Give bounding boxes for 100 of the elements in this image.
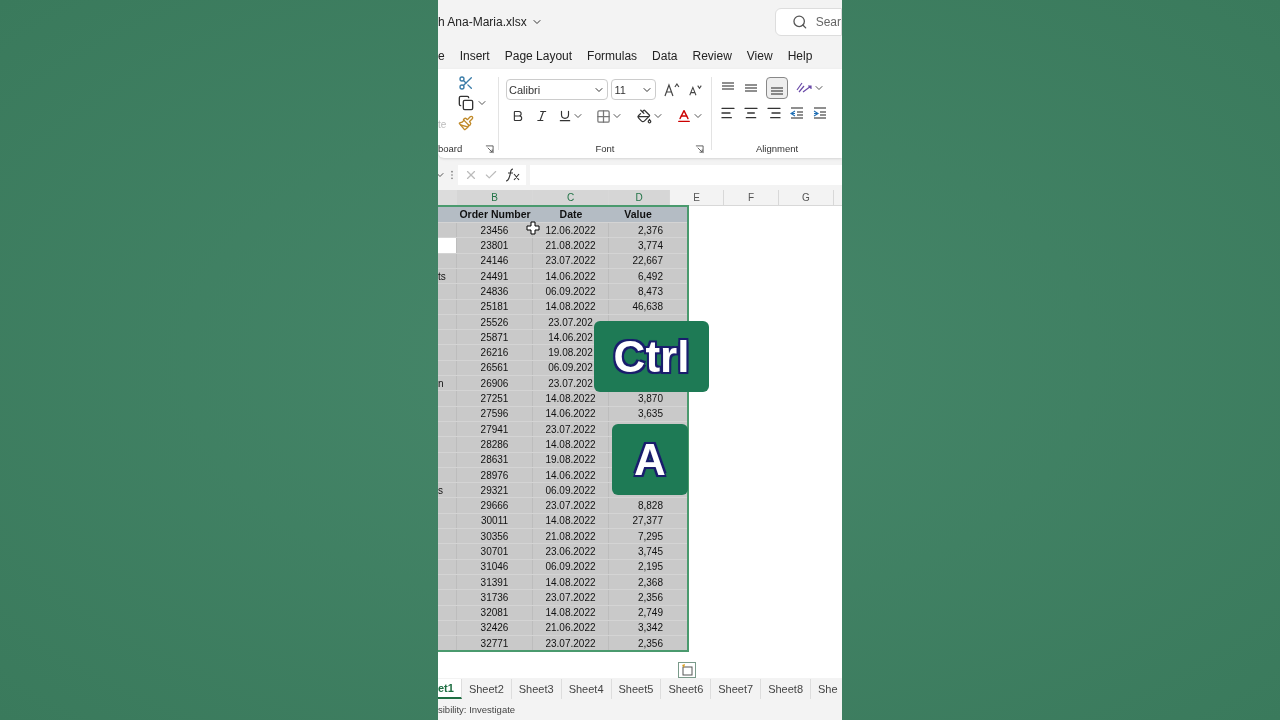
menu-tab[interactable]: Formulas — [587, 47, 638, 66]
table-header-cell-text: Order Number — [458, 207, 532, 222]
font-name-field[interactable]: Calibri — [506, 79, 609, 101]
group-label: Font — [595, 142, 615, 157]
sheet-tab[interactable]: Sheet5 — [611, 679, 662, 700]
cursor-icon — [526, 221, 540, 236]
table-cell: 32771 — [457, 636, 533, 651]
search-icon — [792, 13, 808, 30]
table-header-cell-text: Date — [558, 207, 584, 222]
table-cell: 28631 — [457, 452, 533, 467]
table-cell: 06.09.2022 — [533, 559, 609, 574]
table-cell: 21.08.2022 — [533, 238, 609, 253]
italic-icon[interactable] — [534, 109, 548, 124]
group-label: board — [438, 142, 463, 157]
table-cell: 28286 — [457, 437, 533, 452]
table-cell: 19.08.2022 — [533, 452, 609, 467]
table-cell: 23.07.2022 — [533, 636, 609, 651]
table-cell-text: 3,774 — [636, 239, 664, 253]
table-cell: 32081 — [457, 605, 533, 620]
column-header[interactable]: B — [457, 190, 533, 206]
table-cell-text: 27,377 — [631, 514, 664, 529]
sheet-tab[interactable]: Sheet4 — [561, 679, 612, 700]
table-cell-text: 2,749 — [636, 606, 664, 620]
menu-tab[interactable]: Page Layout — [504, 47, 573, 66]
function-icon[interactable] — [504, 168, 520, 183]
sheet-tab[interactable]: Sheet7 — [711, 679, 762, 700]
borders-icon[interactable] — [596, 108, 611, 124]
table-cell-text: 46,638 — [631, 300, 664, 314]
search-field[interactable]: Sear — [775, 7, 842, 36]
underline-icon[interactable] — [558, 109, 572, 124]
column-header[interactable]: D — [609, 190, 670, 206]
table-cell: 25181 — [457, 299, 533, 314]
status-text[interactable]: sibility: Investigate — [438, 702, 516, 718]
table-cell: 24836 — [457, 284, 533, 299]
column-header[interactable]: G — [779, 190, 834, 206]
column-header[interactable]: F — [724, 190, 779, 206]
table-cell-text: 22,667 — [631, 254, 664, 268]
table-cell: 26216 — [457, 345, 533, 360]
column-header[interactable]: C — [533, 190, 609, 206]
cut-icon[interactable] — [458, 75, 474, 92]
sheet-tab[interactable]: Sheet2 — [461, 679, 512, 700]
sheet-tab[interactable]: et1 — [438, 679, 462, 700]
table-cell-text: 8,828 — [636, 499, 664, 513]
table-cell: 14.08.2022 — [533, 605, 609, 620]
table-cell: 06.09.2022 — [533, 284, 609, 299]
file-name[interactable]: h Ana-Maria.xlsx — [438, 12, 527, 31]
table-cell-text: 3,342 — [636, 621, 664, 636]
table-cell: 23.06.2022 — [533, 544, 609, 559]
table-header-cell-text: Value — [623, 207, 653, 222]
table-cell-text: 3,870 — [636, 392, 664, 406]
table-cell-text: 3,745 — [636, 545, 664, 559]
more-icon[interactable] — [450, 170, 454, 181]
table-cell: 23.07.2022 — [533, 590, 609, 605]
table-cell-text: 2,368 — [636, 575, 664, 590]
table-cell-text: 6,492 — [636, 269, 664, 284]
font-color-icon[interactable] — [676, 108, 692, 125]
menu-tab[interactable]: Insert — [459, 47, 490, 66]
increase-indent-icon[interactable] — [812, 105, 828, 122]
table-cell-text: 8,473 — [636, 284, 664, 299]
menu-tab[interactable]: e — [438, 47, 445, 66]
table-cell-text: 2,356 — [636, 590, 664, 605]
table-cell: 29666 — [457, 498, 533, 513]
bold-icon[interactable] — [511, 109, 525, 124]
table-cell-text: 7,295 — [636, 529, 664, 544]
table-cell-text: 2,376 — [636, 223, 664, 238]
table-cell: 30701 — [457, 544, 533, 559]
sheet-tab[interactable]: Sheet6 — [661, 679, 712, 700]
dialog-launcher-icon[interactable] — [695, 144, 704, 154]
menu-tab[interactable]: Data — [652, 47, 678, 66]
table-cell-text: 2,356 — [636, 636, 664, 651]
table-cell: 14.08.2022 — [533, 437, 609, 452]
dialog-launcher-icon[interactable] — [485, 144, 494, 154]
key-overlay: A — [612, 424, 688, 495]
table-cell: 23801 — [457, 238, 533, 253]
key-overlay: Ctrl — [594, 321, 709, 392]
sheet-tab[interactable]: Sheet8 — [761, 679, 812, 700]
table-cell: 27251 — [457, 391, 533, 406]
column-header[interactable] — [438, 190, 457, 206]
fill-color-icon[interactable] — [637, 108, 652, 124]
table-cell-text: 2,195 — [636, 560, 664, 574]
paste-options-icon[interactable] — [678, 662, 696, 679]
table-cell: 27596 — [457, 406, 533, 421]
sheet-tab[interactable]: She — [811, 679, 842, 700]
menu-tab[interactable]: View — [746, 47, 773, 66]
formula-field[interactable] — [530, 165, 842, 186]
table-cell: 23.07.2022 — [533, 498, 609, 513]
decrease-indent-icon[interactable] — [789, 105, 805, 122]
grow-font-icon[interactable] — [663, 81, 682, 98]
table-cell-text: 3,635 — [636, 407, 664, 421]
table-cell: 14.08.2022 — [533, 299, 609, 314]
font-size-field[interactable]: 11 — [611, 79, 657, 101]
group-label: Alignment — [755, 142, 799, 157]
table-cell: 31736 — [457, 590, 533, 605]
table-cell: 14.06.2022 — [533, 406, 609, 421]
sheet-tab[interactable]: Sheet3 — [511, 679, 562, 700]
menu-tab[interactable]: Help — [787, 47, 813, 66]
table-cell: 31046 — [457, 559, 533, 574]
menu-tab[interactable]: Review — [692, 47, 732, 66]
copy-icon[interactable] — [458, 95, 474, 112]
column-header[interactable]: E — [670, 190, 724, 206]
